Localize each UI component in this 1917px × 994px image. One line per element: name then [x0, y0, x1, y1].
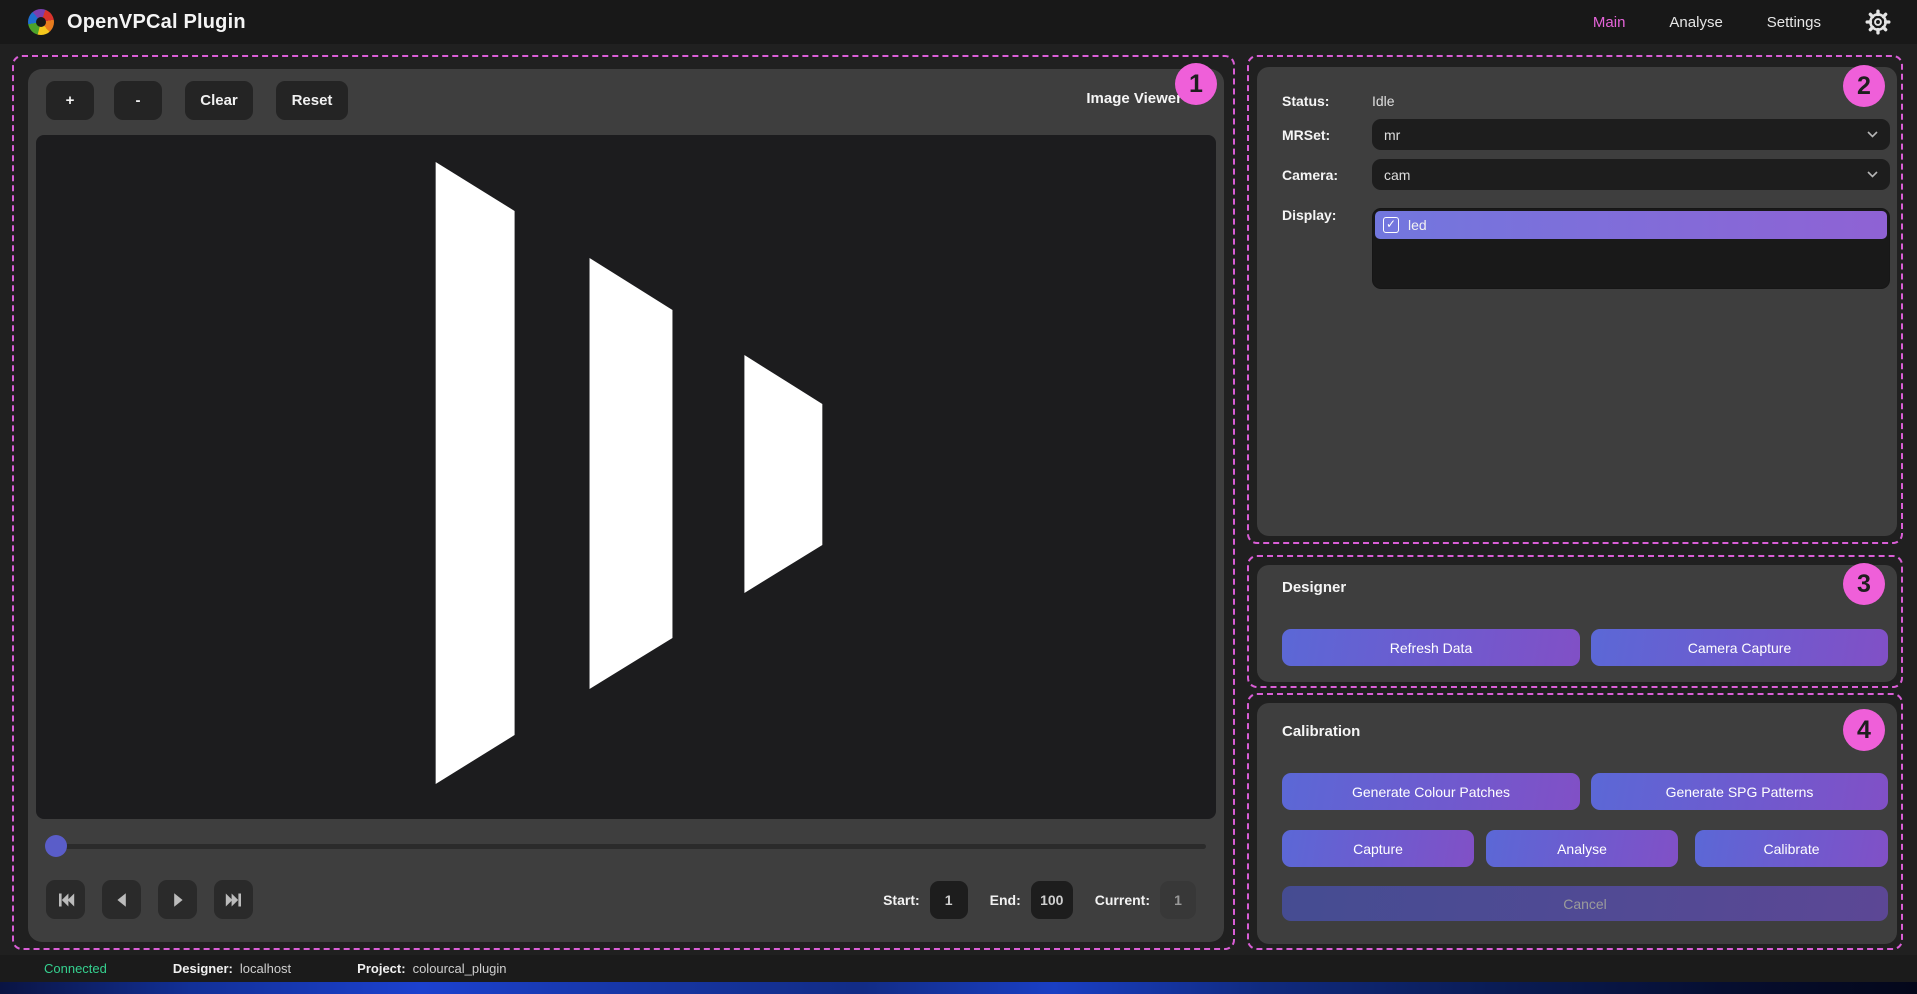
- calibration-pattern-image: [36, 135, 1216, 819]
- cancel-button: Cancel: [1282, 886, 1888, 921]
- panel-badge-1: 1: [1175, 63, 1217, 105]
- nav-tab-settings[interactable]: Settings: [1767, 14, 1821, 31]
- generate-colour-patches-button[interactable]: Generate Colour Patches: [1282, 773, 1580, 810]
- display-label: Display:: [1282, 207, 1336, 223]
- display-list-item-led[interactable]: ✓ led: [1375, 211, 1887, 239]
- panel-badge-3: 3: [1843, 563, 1885, 605]
- calibration-card: Calibration Generate Colour Patches Gene…: [1257, 703, 1897, 944]
- capture-button[interactable]: Capture: [1282, 830, 1474, 867]
- main-nav: Main Analyse Settings: [1593, 9, 1891, 35]
- camera-label: Camera:: [1282, 167, 1338, 183]
- analyse-button[interactable]: Analyse: [1486, 830, 1678, 867]
- checkbox-checked-icon[interactable]: ✓: [1383, 217, 1399, 233]
- end-label: End:: [990, 892, 1021, 908]
- chevron-down-icon: [1867, 131, 1878, 138]
- project-label: Project:: [357, 961, 405, 976]
- skip-to-start-icon[interactable]: [46, 880, 85, 919]
- frame-range-row: Start: 1 End: 100 Current: 1: [883, 880, 1196, 919]
- frame-slider-thumb[interactable]: [45, 835, 67, 857]
- viewer-canvas[interactable]: [36, 135, 1216, 819]
- mrset-dropdown[interactable]: mr: [1372, 119, 1890, 150]
- reset-button[interactable]: Reset: [276, 81, 348, 120]
- project-value: colourcal_plugin: [413, 961, 507, 976]
- current-label: Current:: [1095, 892, 1150, 908]
- viewer-title: Image Viewer: [1086, 90, 1182, 107]
- clear-button[interactable]: Clear: [185, 81, 253, 120]
- image-viewer-card: + - Clear Reset Image Viewer: [28, 69, 1224, 942]
- designer-host-label: Designer:: [173, 961, 233, 976]
- status-label: Status:: [1282, 93, 1329, 109]
- transport-controls: [46, 880, 253, 919]
- panel-badge-4: 4: [1843, 709, 1885, 751]
- display-item-label: led: [1408, 217, 1427, 233]
- status-bar: Connected Designer: localhost Project: c…: [0, 955, 1917, 982]
- designer-section-title: Designer: [1282, 579, 1346, 596]
- calibration-section-title: Calibration: [1282, 723, 1360, 740]
- designer-panel: 3 Designer Refresh Data Camera Capture: [1247, 555, 1903, 688]
- panel-badge-2: 2: [1843, 65, 1885, 107]
- app-window: OpenVPCal Plugin Main Analyse Settings: [0, 0, 1917, 994]
- end-input[interactable]: 100: [1031, 881, 1073, 919]
- control-panel: 2 Status: Idle MRSet: mr Camera: cam Dis…: [1247, 55, 1903, 544]
- play-icon[interactable]: [158, 880, 197, 919]
- nav-tab-analyse[interactable]: Analyse: [1669, 14, 1722, 31]
- skip-to-end-icon[interactable]: [214, 880, 253, 919]
- connection-status: Connected: [44, 961, 107, 976]
- camera-dropdown[interactable]: cam: [1372, 159, 1890, 190]
- mrset-label: MRSet:: [1282, 127, 1330, 143]
- image-viewer-panel: 1 + - Clear Reset Image Viewer: [12, 55, 1235, 950]
- status-value: Idle: [1372, 93, 1395, 109]
- camera-capture-button[interactable]: Camera Capture: [1591, 629, 1888, 666]
- refresh-data-button[interactable]: Refresh Data: [1282, 629, 1580, 666]
- mrset-selected-value: mr: [1384, 127, 1400, 143]
- start-input[interactable]: 1: [930, 881, 968, 919]
- title-bar: OpenVPCal Plugin Main Analyse Settings: [0, 0, 1917, 44]
- designer-host-value: localhost: [240, 961, 291, 976]
- camera-selected-value: cam: [1384, 167, 1410, 183]
- generate-spg-patterns-button[interactable]: Generate SPG Patterns: [1591, 773, 1888, 810]
- nav-tab-main[interactable]: Main: [1593, 14, 1626, 31]
- settings-gear-icon[interactable]: [1865, 9, 1891, 35]
- chevron-down-icon: [1867, 171, 1878, 178]
- app-title: OpenVPCal Plugin: [67, 11, 246, 34]
- control-card: Status: Idle MRSet: mr Camera: cam Displ…: [1257, 67, 1897, 536]
- zoom-out-button[interactable]: -: [114, 81, 162, 120]
- designer-card: Designer Refresh Data Camera Capture: [1257, 565, 1897, 682]
- zoom-in-button[interactable]: +: [46, 81, 94, 120]
- start-label: Start:: [883, 892, 920, 908]
- display-listbox: ✓ led: [1372, 208, 1890, 289]
- step-back-icon[interactable]: [102, 880, 141, 919]
- app-logo-aperture-icon: [28, 9, 54, 35]
- desktop-wallpaper-strip: [0, 982, 1917, 994]
- calibration-panel: 4 Calibration Generate Colour Patches Ge…: [1247, 693, 1903, 950]
- frame-slider-track[interactable]: [46, 844, 1206, 849]
- calibrate-button[interactable]: Calibrate: [1695, 830, 1888, 867]
- current-frame-field: 1: [1160, 881, 1196, 919]
